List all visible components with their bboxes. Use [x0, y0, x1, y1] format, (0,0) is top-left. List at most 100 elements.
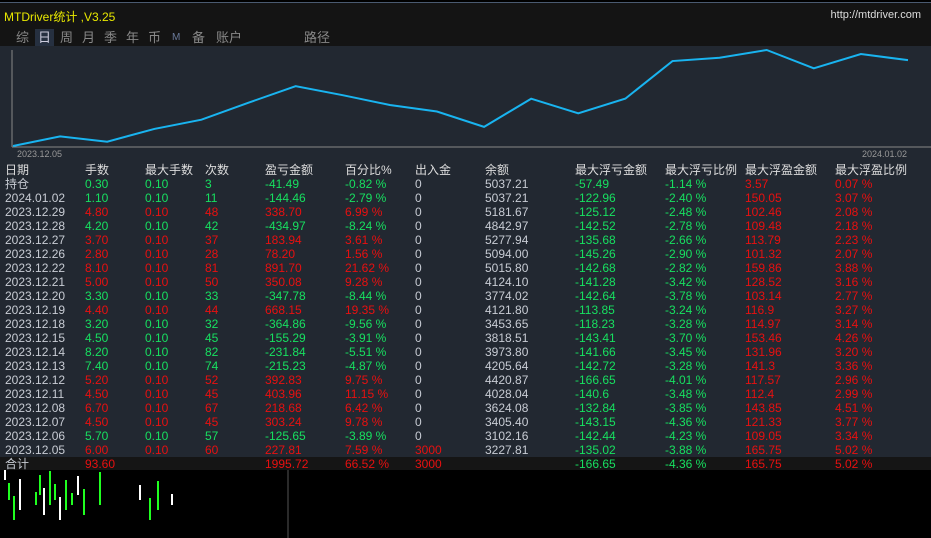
cell-col-5: 21.62 % — [345, 261, 390, 275]
cell-col-2: 0.10 — [145, 233, 169, 247]
cell-col-3: 60 — [205, 443, 219, 457]
cell-col-9: 最大浮亏比例 — [665, 163, 738, 177]
cell-col-1: 6.70 — [85, 401, 109, 415]
cell-col-0: 2023.12.13 — [5, 359, 66, 373]
cell-col-0: 2023.12.27 — [5, 233, 66, 247]
cell-col-3: 74 — [205, 359, 219, 373]
chart-end-label: 2024.01.02 — [862, 149, 907, 159]
cell-col-4: 227.81 — [265, 443, 302, 457]
cell-col-10: 150.05 — [745, 191, 782, 205]
cell-col-11: 2.99 % — [835, 387, 873, 401]
cell-col-3: 11 — [205, 191, 218, 205]
cell-col-6: 0 — [415, 359, 422, 373]
table-row: 2023.12.28 4.20 0.10 42 -434.97 -8.24 % 0 4842.… — [0, 219, 931, 233]
cell-col-4: 891.70 — [265, 261, 302, 275]
table-row: 2023.12.07 4.50 0.10 45 303.24 9.78 % 0 3405.40… — [0, 415, 931, 429]
cell-col-4: -155.29 — [265, 331, 306, 345]
cell-col-2: 0.10 — [145, 317, 169, 331]
cell-col-4: 403.96 — [265, 387, 302, 401]
cell-col-3: 52 — [205, 373, 219, 387]
cell-col-9: -4.01 % — [665, 373, 707, 387]
cell-col-3: 45 — [205, 415, 219, 429]
cell-col-4: -215.23 — [265, 359, 306, 373]
table-row: 2023.12.15 4.50 0.10 45 -155.29 -3.91 % 0 3818.… — [0, 331, 931, 345]
cell-col-11: 0.07 % — [835, 177, 873, 191]
cell-col-0: 2023.12.14 — [5, 345, 66, 359]
stats-window: MTDriver统计 ,V3.25 http://mtdriver.com 综日… — [0, 2, 931, 472]
cell-col-4: 1995.72 — [265, 457, 309, 471]
cell-col-7: 3973.80 — [485, 345, 529, 359]
cell-col-10: 128.52 — [745, 275, 782, 289]
cell-col-10: 153.46 — [745, 331, 782, 345]
balance-chart: 2023.12.05 2024.01.02 — [11, 48, 931, 159]
cell-col-11: 3.36 % — [835, 359, 873, 373]
tab-1[interactable]: 日 — [35, 29, 55, 46]
cell-col-8: -142.52 — [575, 219, 616, 233]
table-row: 2023.12.08 6.70 0.10 67 218.68 6.42 % 0 3624.08… — [0, 401, 931, 415]
cell-col-6: 3000 — [415, 443, 442, 457]
cell-col-7: 5037.21 — [485, 191, 529, 205]
cell-col-10: 最大浮盈金额 — [745, 163, 818, 177]
cell-col-7: 3102.16 — [485, 429, 529, 443]
table-row: 2023.12.11 4.50 0.10 45 403.96 11.15 % 0 4028.0… — [0, 387, 931, 401]
cell-col-0: 日期 — [5, 163, 30, 177]
cell-col-6: 0 — [415, 289, 422, 303]
cell-col-8: -118.23 — [575, 317, 615, 331]
tab-3[interactable]: 月 — [79, 29, 98, 46]
cell-col-1: 6.00 — [85, 443, 109, 457]
cell-col-11: 3.77 % — [835, 415, 873, 429]
cell-col-10: 3.57 — [745, 177, 769, 191]
cell-col-0: 2023.12.11 — [5, 387, 65, 401]
tab-10[interactable]: 路径 — [301, 29, 333, 46]
cell-col-2: 0.10 — [145, 359, 169, 373]
tab-9[interactable]: 账户 — [213, 29, 245, 46]
table-row: 2023.12.19 4.40 0.10 44 668.15 19.35 % 0 4121.8… — [0, 303, 931, 317]
table-row: 2023.12.21 5.00 0.10 50 350.08 9.28 % 0 4124.10… — [0, 275, 931, 289]
cell-col-8: -166.65 — [575, 373, 616, 387]
cell-col-0: 合计 — [5, 457, 30, 471]
cell-col-5: -4.87 % — [345, 359, 387, 373]
cell-col-5: -3.91 % — [345, 331, 387, 345]
cell-col-5: -5.51 % — [345, 345, 387, 359]
cell-col-7: 5094.00 — [485, 247, 529, 261]
tab-0[interactable]: 综 — [13, 29, 32, 46]
cell-col-0: 2023.12.06 — [5, 429, 66, 443]
cell-col-1: 5.70 — [85, 429, 109, 443]
cell-col-6: 出入金 — [415, 163, 452, 177]
cell-col-9: -3.42 % — [665, 275, 707, 289]
tab-5[interactable]: 年 — [123, 29, 142, 46]
tab-7[interactable]: M — [169, 29, 183, 46]
cell-col-8: -135.68 — [575, 233, 616, 247]
cell-col-2: 0.10 — [145, 303, 169, 317]
cell-col-2: 0.10 — [145, 261, 169, 275]
cell-col-5: 66.52 % — [345, 457, 390, 471]
cell-col-11: 2.96 % — [835, 373, 873, 387]
website-link[interactable]: http://mtdriver.com — [831, 9, 921, 21]
cell-col-6: 0 — [415, 191, 422, 205]
cell-col-11: 5.02 % — [835, 457, 873, 471]
cell-col-8: -142.64 — [575, 289, 616, 303]
tab-4[interactable]: 季 — [101, 29, 120, 46]
cell-col-4: -144.46 — [265, 191, 306, 205]
cell-col-9: -3.45 % — [665, 345, 707, 359]
cell-col-9: -3.24 % — [665, 303, 707, 317]
tab-6[interactable]: 币 — [145, 29, 164, 46]
cell-col-11: 3.34 % — [835, 429, 873, 443]
tab-2[interactable]: 周 — [57, 29, 76, 46]
cell-col-6: 0 — [415, 261, 422, 275]
cell-col-4: 盈亏金额 — [265, 163, 314, 177]
cell-col-1: 5.20 — [85, 373, 109, 387]
cell-col-3: 45 — [205, 331, 219, 345]
cell-col-2: 0.10 — [145, 387, 169, 401]
cell-col-3: 42 — [205, 219, 219, 233]
cell-col-6: 0 — [415, 415, 422, 429]
cell-col-7: 3227.81 — [485, 443, 529, 457]
cell-col-7: 3774.02 — [485, 289, 529, 303]
cell-col-7: 5037.21 — [485, 177, 529, 191]
cell-col-4: -231.84 — [265, 345, 306, 359]
cell-col-6: 0 — [415, 401, 422, 415]
tab-8[interactable]: 备 — [189, 29, 208, 46]
cell-col-8: -166.65 — [575, 457, 616, 471]
cell-col-3: 50 — [205, 275, 219, 289]
cell-col-4: -347.78 — [265, 289, 306, 303]
